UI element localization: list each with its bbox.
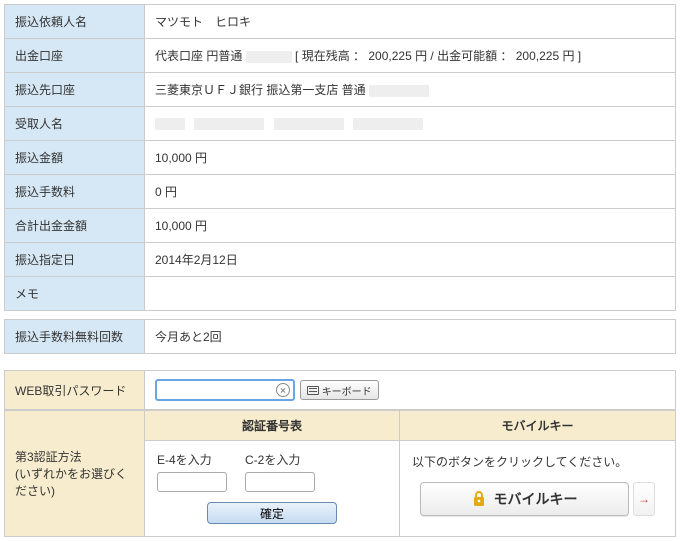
auth-side-line2: (いずれかをお選びください) xyxy=(15,465,134,499)
redacted-block xyxy=(353,118,423,130)
redacted-block xyxy=(274,118,344,130)
free-count-value: 今月あと2回 xyxy=(145,320,676,354)
requester-label: 振込依頼人名 xyxy=(5,5,145,39)
date-value: 2014年2月12日 xyxy=(145,243,676,277)
redacted-block xyxy=(369,85,429,97)
dest-account-label: 振込先口座 xyxy=(5,73,145,107)
dest-account-text: 三菱東京ＵＦＪ銀行 振込第一支店 普通 xyxy=(155,83,366,97)
code1-label: E-4を入力 xyxy=(157,451,227,468)
fee-value: 0 円 xyxy=(145,175,676,209)
auth-side-line1: 第3認証方法 xyxy=(15,448,134,465)
free-count-table: 振込手数料無料回数 今月あと2回 xyxy=(4,319,676,354)
account-balance-text: [ 現在残高 ： 200,225 円 / 出金可能額 ： 200,225 円 ] xyxy=(295,49,581,63)
total-label: 合計出金金額 xyxy=(5,209,145,243)
keyboard-button-label: キーボード xyxy=(322,383,372,398)
code1-input[interactable] xyxy=(157,472,227,492)
memo-value xyxy=(145,277,676,311)
total-value: 10,000 円 xyxy=(145,209,676,243)
code2-input[interactable] xyxy=(245,472,315,492)
requester-value: マツモト ヒロキ xyxy=(145,5,676,39)
payee-value xyxy=(145,107,676,141)
mobile-key-column: モバイルキー 以下のボタンをクリックしてください。 xyxy=(400,411,675,536)
amount-value: 10,000 円 xyxy=(145,141,676,175)
free-count-label: 振込手数料無料回数 xyxy=(5,320,145,354)
account-prefix: 代表口座 円普通 xyxy=(155,49,242,63)
redacted-block xyxy=(246,51,292,63)
lock-icon xyxy=(472,491,486,507)
debit-account-value: 代表口座 円普通 [ 現在残高 ： 200,225 円 / 出金可能額 ： 20… xyxy=(145,39,676,73)
arrow-right-icon: → xyxy=(638,492,650,506)
code2-label: C-2を入力 xyxy=(245,451,315,468)
amount-label: 振込金額 xyxy=(5,141,145,175)
memo-label: メモ xyxy=(5,277,145,311)
date-label: 振込指定日 xyxy=(5,243,145,277)
mobile-key-header: モバイルキー xyxy=(400,411,675,441)
dest-account-value: 三菱東京ＵＦＪ銀行 振込第一支店 普通 xyxy=(145,73,676,107)
payee-label: 受取人名 xyxy=(5,107,145,141)
fee-label: 振込手数料 xyxy=(5,175,145,209)
redacted-block xyxy=(155,118,185,130)
mobile-key-button-label: モバイルキー xyxy=(494,489,578,509)
redacted-block xyxy=(194,118,264,130)
auth-table: 第3認証方法 (いずれかをお選びください) 認証番号表 E-4を入力 xyxy=(4,410,676,537)
mobile-key-note: 以下のボタンをクリックしてください。 xyxy=(412,453,663,470)
web-password-input[interactable] xyxy=(155,379,295,401)
transfer-details-table: 振込依頼人名 マツモト ヒロキ 出金口座 代表口座 円普通 [ 現在残高 ： 2… xyxy=(4,4,676,311)
auth-code-header: 認証番号表 xyxy=(145,411,399,441)
password-label: WEB取引パスワード xyxy=(5,371,145,410)
confirm-button[interactable]: 確定 xyxy=(207,502,337,524)
password-table: WEB取引パスワード キーボード xyxy=(4,370,676,410)
software-keyboard-button[interactable]: キーボード xyxy=(300,380,379,400)
auth-body: 認証番号表 E-4を入力 C-2を入力 xyxy=(145,411,676,537)
debit-account-label: 出金口座 xyxy=(5,39,145,73)
auth-code-column: 認証番号表 E-4を入力 C-2を入力 xyxy=(145,411,400,536)
auth-side-label: 第3認証方法 (いずれかをお選びください) xyxy=(5,411,145,537)
keyboard-icon xyxy=(307,386,319,395)
password-cell: キーボード xyxy=(145,371,676,410)
